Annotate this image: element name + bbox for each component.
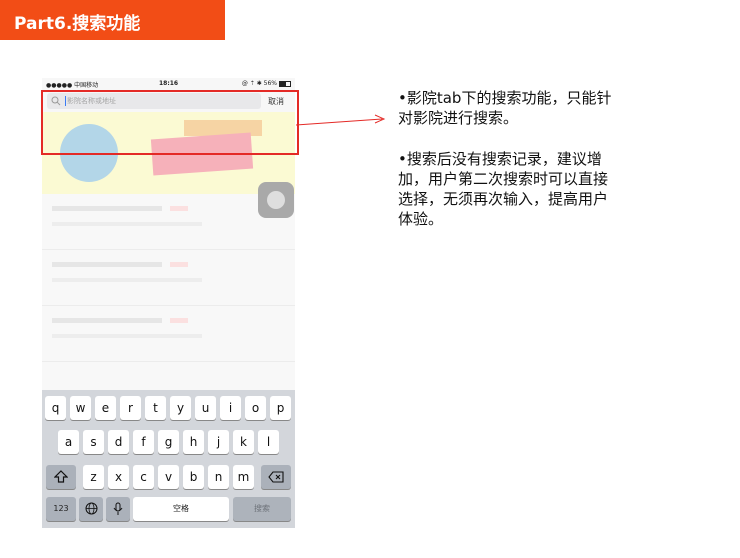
key-x[interactable]: x [108, 465, 129, 489]
shift-icon [53, 470, 69, 483]
key-g[interactable]: g [158, 430, 179, 454]
key-n[interactable]: n [208, 465, 229, 489]
status-battery-percent: @ ⇡ ✱ 56% [241, 80, 277, 87]
key-o[interactable]: o [245, 396, 266, 420]
key-m[interactable]: m [233, 465, 254, 489]
slide-title: Part6.搜索功能 [14, 14, 141, 34]
key-i[interactable]: i [220, 396, 241, 420]
note-search-history: •搜索后没有搜索记录，建议增加，用户第二次搜索时可以直接选择，无须再次输入，提高… [398, 150, 609, 228]
key-f[interactable]: f [133, 430, 154, 454]
list-item [42, 306, 295, 362]
key-p[interactable]: p [270, 396, 291, 420]
delete-icon [268, 471, 284, 483]
globe-icon [85, 502, 97, 515]
battery-icon [279, 81, 291, 87]
annotation-arrow [296, 114, 386, 126]
delete-key[interactable] [261, 465, 291, 489]
key-v[interactable]: v [158, 465, 179, 489]
key-s[interactable]: s [83, 430, 104, 454]
key-t[interactable]: t [145, 396, 166, 420]
key-r[interactable]: r [120, 396, 141, 420]
key-a[interactable]: a [58, 430, 79, 454]
key-c[interactable]: c [133, 465, 154, 489]
keyboard: qwertyuiop asdfghjkl zxcvbnm 123 空格 搜索 [42, 390, 295, 528]
shift-key[interactable] [46, 465, 76, 489]
slide-title-bar: Part6.搜索功能 [0, 0, 225, 40]
key-l[interactable]: l [258, 430, 279, 454]
dimmed-cinema-list [42, 194, 295, 390]
key-d[interactable]: d [108, 430, 129, 454]
key-y[interactable]: y [170, 396, 191, 420]
numbers-key[interactable]: 123 [46, 497, 76, 521]
key-q[interactable]: q [45, 396, 66, 420]
list-item [42, 250, 295, 306]
key-u[interactable]: u [195, 396, 216, 420]
key-w[interactable]: w [70, 396, 91, 420]
key-k[interactable]: k [233, 430, 254, 454]
key-e[interactable]: e [95, 396, 116, 420]
microphone-icon [113, 502, 123, 515]
space-key[interactable]: 空格 [133, 497, 229, 521]
key-j[interactable]: j [208, 430, 229, 454]
status-time: 18:16 [159, 80, 179, 87]
status-bar: ●●●●● 中国移动 18:16 @ ⇡ ✱ 56% [42, 78, 295, 90]
globe-key[interactable] [79, 497, 103, 521]
highlight-box [41, 90, 299, 155]
microphone-key[interactable] [106, 497, 130, 521]
assistive-touch-button[interactable] [258, 182, 294, 218]
status-carrier: ●●●●● 中国移动 [46, 82, 99, 89]
key-z[interactable]: z [83, 465, 104, 489]
note-search-scope: •影院tab下的搜索功能，只能针对影院进行搜索。 [398, 89, 612, 127]
search-key[interactable]: 搜索 [233, 497, 291, 521]
key-h[interactable]: h [183, 430, 204, 454]
key-b[interactable]: b [183, 465, 204, 489]
